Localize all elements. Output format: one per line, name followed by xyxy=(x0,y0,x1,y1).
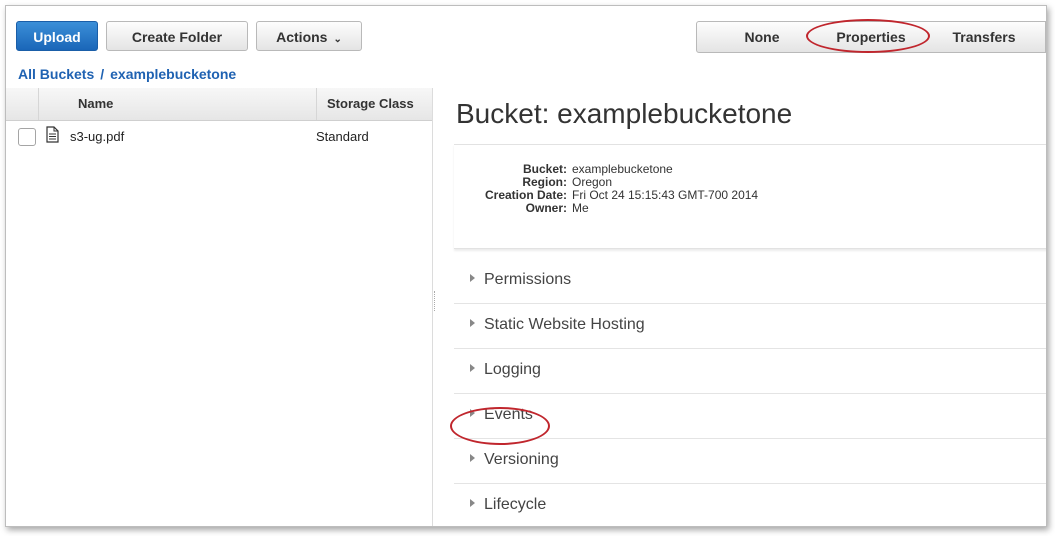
file-storage-class: Standard xyxy=(316,129,369,144)
breadcrumb-current-bucket[interactable]: examplebucketone xyxy=(110,66,236,82)
column-header-storage-class[interactable]: Storage Class xyxy=(316,88,414,120)
info-key-owner: Owner: xyxy=(525,201,567,215)
section-label: Permissions xyxy=(484,271,572,288)
view-properties-button[interactable]: Properties xyxy=(815,22,927,52)
info-key-bucket: Bucket: xyxy=(522,162,567,176)
pane-resize-handle[interactable] xyxy=(434,291,438,311)
section-static-website-hosting[interactable]: Static Website Hosting xyxy=(454,304,1046,349)
create-folder-button[interactable]: Create Folder xyxy=(106,21,248,51)
info-key-region: Region: xyxy=(522,175,567,189)
section-lifecycle[interactable]: Lifecycle xyxy=(454,484,1046,526)
column-header-name[interactable]: Name xyxy=(78,96,113,111)
bucket-title: Bucket: examplebucketone xyxy=(456,98,793,129)
upload-button[interactable]: Upload xyxy=(16,21,98,51)
list-header: Name Storage Class xyxy=(6,88,432,121)
info-value-bucket: examplebucketone xyxy=(572,162,673,176)
chevron-down-icon: ⌄ xyxy=(333,34,342,45)
breadcrumb-all-buckets-link[interactable]: All Buckets xyxy=(18,66,94,82)
actions-dropdown[interactable]: Actions ⌄ xyxy=(256,21,362,51)
section-label: Versioning xyxy=(484,451,559,468)
section-label: Events xyxy=(484,406,533,423)
properties-pane: Bucket: examplebucketone Bucket: example… xyxy=(450,88,1046,526)
select-column-header xyxy=(6,88,39,120)
section-logging[interactable]: Logging xyxy=(454,349,1046,394)
actions-label: Actions xyxy=(276,29,328,45)
section-label: Logging xyxy=(484,361,541,378)
s3-console-window: Upload Create Folder Actions ⌄ None Prope… xyxy=(5,5,1047,527)
breadcrumb: All Buckets / examplebucketone xyxy=(18,66,236,82)
document-icon xyxy=(46,126,59,143)
info-value-region: Oregon xyxy=(572,175,613,189)
view-transfers-button[interactable]: Transfers xyxy=(929,22,1039,52)
section-label: Lifecycle xyxy=(484,496,547,513)
table-row[interactable]: s3-ug.pdf Standard xyxy=(6,122,432,150)
object-list-pane: Name Storage Class s3-ug.pdf Standard xyxy=(6,88,433,526)
section-permissions[interactable]: Permissions xyxy=(454,259,1046,304)
expand-triangle-icon xyxy=(470,319,475,327)
toolbar: Upload Create Folder Actions ⌄ None Prope… xyxy=(6,6,1046,64)
info-value-owner: Me xyxy=(572,201,589,215)
row-checkbox[interactable] xyxy=(18,128,36,146)
breadcrumb-separator: / xyxy=(100,66,105,82)
expand-triangle-icon xyxy=(470,499,475,507)
bucket-info-panel: Bucket: examplebucketone Region: Oregon … xyxy=(454,144,1046,249)
section-events[interactable]: Events xyxy=(454,394,1046,439)
view-toggle-group: None Properties Transfers xyxy=(696,21,1046,53)
expand-triangle-icon xyxy=(470,274,475,282)
view-none-button[interactable]: None xyxy=(717,22,807,52)
section-versioning[interactable]: Versioning xyxy=(454,439,1046,484)
info-key-creation-date: Creation Date: xyxy=(484,188,567,202)
info-value-creation-date: Fri Oct 24 15:15:43 GMT-700 2014 xyxy=(572,188,759,202)
file-name[interactable]: s3-ug.pdf xyxy=(70,129,124,144)
section-label: Static Website Hosting xyxy=(484,316,645,333)
expand-triangle-icon xyxy=(470,454,475,462)
expand-triangle-icon xyxy=(470,409,475,417)
expand-triangle-icon xyxy=(470,364,475,372)
